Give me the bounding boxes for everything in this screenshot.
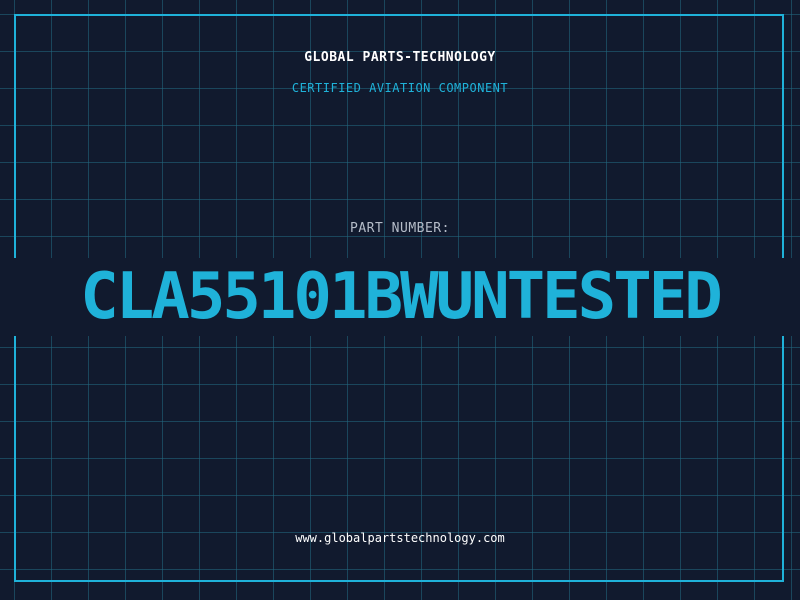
certification-subtitle: CERTIFIED AVIATION COMPONENT xyxy=(291,81,509,95)
company-name: GLOBAL PARTS-TECHNOLOGY xyxy=(304,50,496,65)
website-url: www.globalpartstechnology.com xyxy=(295,531,505,545)
certificate-canvas: GLOBAL PARTS-TECHNOLOGY CERTIFIED AVIATI… xyxy=(0,0,800,600)
part-number-value: CLA55101BWUNTESTED xyxy=(80,260,723,334)
part-number-label: PART NUMBER: xyxy=(350,221,450,236)
